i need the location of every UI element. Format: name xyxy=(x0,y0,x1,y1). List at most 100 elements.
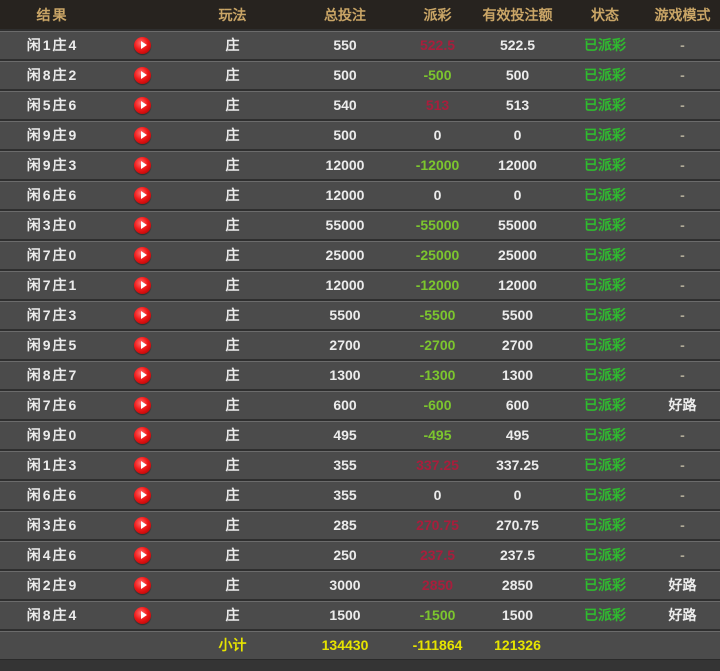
valid-bet-cell: 522.5 xyxy=(470,37,565,53)
play-icon[interactable] xyxy=(134,247,151,264)
table-row: 闲8庄2 庄 500 -500 500 已派彩 - xyxy=(0,59,720,89)
valid-bet-cell: 1500 xyxy=(470,607,565,623)
total-bet-cell: 25000 xyxy=(285,247,405,263)
game-mode-cell: - xyxy=(645,487,720,503)
header-method: 玩法 xyxy=(180,5,285,25)
table-row: 闲7庄6 庄 600 -600 600 已派彩 好路 xyxy=(0,389,720,419)
play-icon[interactable] xyxy=(134,157,151,174)
result-cell: 闲8庄2 xyxy=(0,65,105,85)
table-row: 闲1庄4 庄 550 522.5 522.5 已派彩 - xyxy=(0,29,720,59)
play-icon[interactable] xyxy=(134,217,151,234)
result-cell: 闲3庄6 xyxy=(0,515,105,535)
replay-cell xyxy=(105,547,180,564)
status-badge: 已派彩 xyxy=(565,185,645,205)
total-bet-cell: 5500 xyxy=(285,307,405,323)
replay-cell xyxy=(105,397,180,414)
total-bet-cell: 355 xyxy=(285,487,405,503)
method-cell: 庄 xyxy=(180,155,285,175)
total-bet-cell: 2700 xyxy=(285,337,405,353)
total-bet-cell: 550 xyxy=(285,37,405,53)
method-cell: 庄 xyxy=(180,485,285,505)
play-triangle-icon xyxy=(141,221,147,229)
table-row: 闲2庄9 庄 3000 2850 2850 已派彩 好路 xyxy=(0,569,720,599)
play-icon[interactable] xyxy=(134,397,151,414)
game-mode-cell: - xyxy=(645,247,720,263)
replay-cell xyxy=(105,187,180,204)
method-cell: 庄 xyxy=(180,305,285,325)
play-icon[interactable] xyxy=(134,517,151,534)
replay-cell xyxy=(105,157,180,174)
total-bet-cell: 12000 xyxy=(285,187,405,203)
status-badge: 已派彩 xyxy=(565,275,645,295)
total-bet-cell: 55000 xyxy=(285,217,405,233)
payout-cell: -1300 xyxy=(405,367,470,383)
subtotal-payout: -111864 xyxy=(405,637,470,653)
table-row: 闲1庄3 庄 355 337.25 337.25 已派彩 - xyxy=(0,449,720,479)
status-badge: 已派彩 xyxy=(565,245,645,265)
play-icon[interactable] xyxy=(134,427,151,444)
play-triangle-icon xyxy=(141,431,147,439)
play-icon[interactable] xyxy=(134,307,151,324)
payout-cell: 337.25 xyxy=(405,457,470,473)
play-triangle-icon xyxy=(141,401,147,409)
table-header-row: 结果 玩法 总投注 派彩 有效投注额 状态 游戏模式 xyxy=(0,0,720,29)
result-cell: 闲2庄9 xyxy=(0,575,105,595)
play-icon[interactable] xyxy=(134,607,151,624)
table-row: 闲6庄6 庄 12000 0 0 已派彩 - xyxy=(0,179,720,209)
play-triangle-icon xyxy=(141,101,147,109)
play-icon[interactable] xyxy=(134,277,151,294)
play-icon[interactable] xyxy=(134,457,151,474)
play-icon[interactable] xyxy=(134,487,151,504)
total-bet-cell: 500 xyxy=(285,127,405,143)
play-icon[interactable] xyxy=(134,547,151,564)
replay-cell xyxy=(105,577,180,594)
game-mode-cell: - xyxy=(645,187,720,203)
result-cell: 闲9庄0 xyxy=(0,425,105,445)
header-valid-bet: 有效投注额 xyxy=(470,5,565,25)
payout-cell: 513 xyxy=(405,97,470,113)
play-icon[interactable] xyxy=(134,97,151,114)
result-cell: 闲1庄4 xyxy=(0,35,105,55)
method-cell: 庄 xyxy=(180,515,285,535)
game-mode-cell: - xyxy=(645,367,720,383)
valid-bet-cell: 0 xyxy=(470,187,565,203)
play-icon[interactable] xyxy=(134,337,151,354)
game-mode-cell: - xyxy=(645,217,720,233)
play-triangle-icon xyxy=(141,41,147,49)
method-cell: 庄 xyxy=(180,605,285,625)
game-mode-cell: - xyxy=(645,37,720,53)
result-cell: 闲9庄3 xyxy=(0,155,105,175)
play-icon[interactable] xyxy=(134,367,151,384)
status-badge: 已派彩 xyxy=(565,65,645,85)
status-badge: 已派彩 xyxy=(565,215,645,235)
play-icon[interactable] xyxy=(134,577,151,594)
method-cell: 庄 xyxy=(180,425,285,445)
play-icon[interactable] xyxy=(134,127,151,144)
valid-bet-cell: 500 xyxy=(470,67,565,83)
valid-bet-cell: 237.5 xyxy=(470,547,565,563)
method-cell: 庄 xyxy=(180,125,285,145)
play-icon[interactable] xyxy=(134,187,151,204)
payout-cell: -500 xyxy=(405,67,470,83)
method-cell: 庄 xyxy=(180,545,285,565)
total-bet-cell: 3000 xyxy=(285,577,405,593)
play-triangle-icon xyxy=(141,311,147,319)
header-total-bet: 总投注 xyxy=(285,5,405,25)
status-badge: 已派彩 xyxy=(565,335,645,355)
payout-cell: 0 xyxy=(405,187,470,203)
game-mode-cell: - xyxy=(645,277,720,293)
total-bet-cell: 495 xyxy=(285,427,405,443)
result-cell: 闲8庄7 xyxy=(0,365,105,385)
play-triangle-icon xyxy=(141,521,147,529)
method-cell: 庄 xyxy=(180,185,285,205)
method-cell: 庄 xyxy=(180,35,285,55)
game-mode-cell: - xyxy=(645,307,720,323)
table-body: 闲1庄4 庄 550 522.5 522.5 已派彩 - 闲8庄2 庄 500 … xyxy=(0,29,720,629)
play-icon[interactable] xyxy=(134,37,151,54)
payout-cell: -12000 xyxy=(405,277,470,293)
subtotal-label: 小计 xyxy=(180,635,285,655)
replay-cell xyxy=(105,277,180,294)
valid-bet-cell: 25000 xyxy=(470,247,565,263)
play-icon[interactable] xyxy=(134,67,151,84)
result-cell: 闲5庄6 xyxy=(0,95,105,115)
